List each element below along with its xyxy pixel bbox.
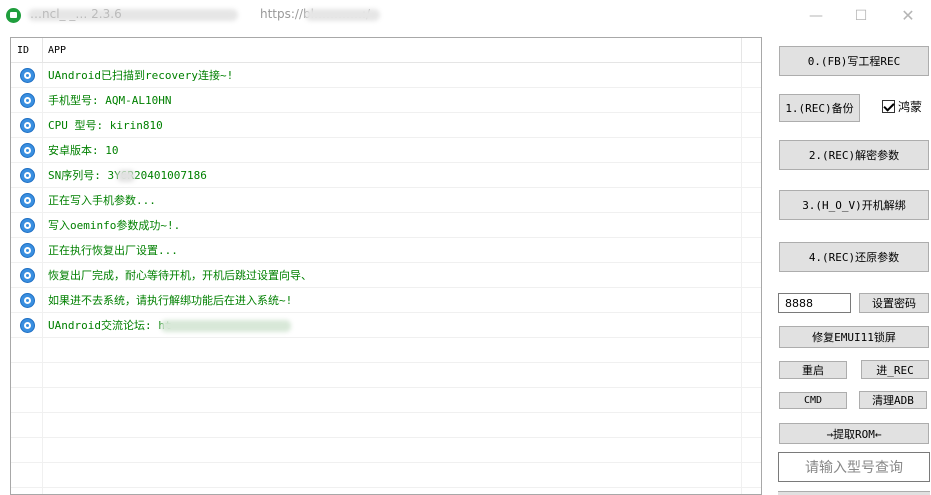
log-message: 如果进不去系统，请执行解绑功能后在进入系统~! [48, 294, 293, 307]
list-item[interactable]: 正在写入手机参数... [11, 188, 761, 213]
url-redaction [161, 320, 291, 332]
set-password-button[interactable]: 设置密码 [859, 293, 929, 313]
info-circle-icon [20, 68, 35, 83]
clean-adb-button[interactable]: 清理ADB [859, 391, 927, 409]
log-list[interactable]: ID APP UAndroid已扫描到recovery连接~! 手机型号: AQ… [10, 37, 762, 495]
app-logo-icon [6, 8, 21, 23]
info-circle-icon [20, 293, 35, 308]
window-title: …ncl_ _… 2.3.6 [30, 7, 122, 21]
info-circle-icon [20, 218, 35, 233]
bottom-button-edge [778, 491, 930, 495]
column-header-id[interactable]: ID [11, 38, 42, 63]
list-item[interactable]: UAndroid交流论坛: ht [11, 313, 761, 338]
rec-decrypt-params-button[interactable]: 2.(REC)解密参数 [779, 140, 929, 170]
write-engineering-rec-button[interactable]: 0.(FB)写工程REC [779, 46, 929, 76]
rec-backup-button[interactable]: 1.(REC)备份 [779, 94, 860, 122]
list-item[interactable]: SN序列号: 3Y6R20401007186 [11, 163, 761, 188]
log-message: 手机型号: AQM-AL10HN [48, 94, 172, 107]
close-icon[interactable]: ✕ [885, 0, 931, 31]
maximize-icon[interactable]: ☐ [838, 0, 884, 31]
title-url-redaction [305, 9, 380, 21]
info-circle-icon [20, 118, 35, 133]
list-item[interactable]: 写入oeminfo参数成功~!. [11, 213, 761, 238]
rec-restore-params-button[interactable]: 4.(REC)还原参数 [779, 242, 929, 272]
log-message: 正在执行恢复出厂设置... [48, 244, 178, 257]
log-message: 安卓版本: 10 [48, 144, 119, 157]
list-item[interactable]: 如果进不去系统，请执行解绑功能后在进入系统~! [11, 288, 761, 313]
hongmeng-checkbox[interactable]: 鸿蒙 [882, 98, 922, 114]
extract-rom-button[interactable]: →提取ROM← [779, 423, 929, 444]
column-header-app[interactable]: APP [42, 38, 741, 63]
enter-rec-button[interactable]: 进_REC [861, 360, 929, 379]
list-item[interactable]: CPU 型号: kirin810 [11, 113, 761, 138]
info-circle-icon [20, 243, 35, 258]
minimize-icon[interactable]: — [793, 0, 839, 31]
log-message: CPU 型号: kirin810 [48, 119, 163, 132]
list-item[interactable]: UAndroid已扫描到recovery连接~! [11, 63, 761, 88]
list-item[interactable]: 恢复出厂完成，耐心等待开机，开机后跳过设置向导、 [11, 263, 761, 288]
info-circle-icon [20, 143, 35, 158]
info-circle-icon [20, 168, 35, 183]
title-bar: …ncl_ _… 2.3.6 https://bl…………:/ — ☐ ✕ [0, 0, 931, 31]
log-message: 写入oeminfo参数成功~!. [48, 219, 181, 232]
info-circle-icon [20, 193, 35, 208]
log-message: 正在写入手机参数... [48, 194, 156, 207]
list-item[interactable]: 正在执行恢复出厂设置... [11, 238, 761, 263]
list-header: ID APP [11, 38, 761, 63]
fix-emui11-lockscreen-button[interactable]: 修复EMUI11锁屏 [779, 326, 929, 348]
hongmeng-label: 鸿蒙 [898, 99, 923, 114]
info-circle-icon [20, 93, 35, 108]
log-message: UAndroid已扫描到recovery连接~! [48, 69, 234, 82]
log-message: 恢复出厂完成，耐心等待开机，开机后跳过设置向导、 [48, 269, 312, 282]
cmd-button[interactable]: CMD [779, 392, 847, 409]
info-circle-icon [20, 318, 35, 333]
list-item[interactable]: 安卓版本: 10 [11, 138, 761, 163]
boot-unbind-button[interactable]: 3.(H_O_V)开机解绑 [779, 190, 929, 220]
model-search-input[interactable]: 请输入型号查询 [778, 452, 930, 482]
reboot-button[interactable]: 重启 [779, 361, 847, 379]
log-message: UAndroid交流论坛: ht [48, 319, 172, 332]
list-item[interactable]: 手机型号: AQM-AL10HN [11, 88, 761, 113]
checkbox-checked-icon[interactable] [882, 99, 895, 113]
info-circle-icon [20, 268, 35, 283]
password-input[interactable]: 8888 [778, 293, 851, 313]
sn-redaction [117, 170, 135, 182]
